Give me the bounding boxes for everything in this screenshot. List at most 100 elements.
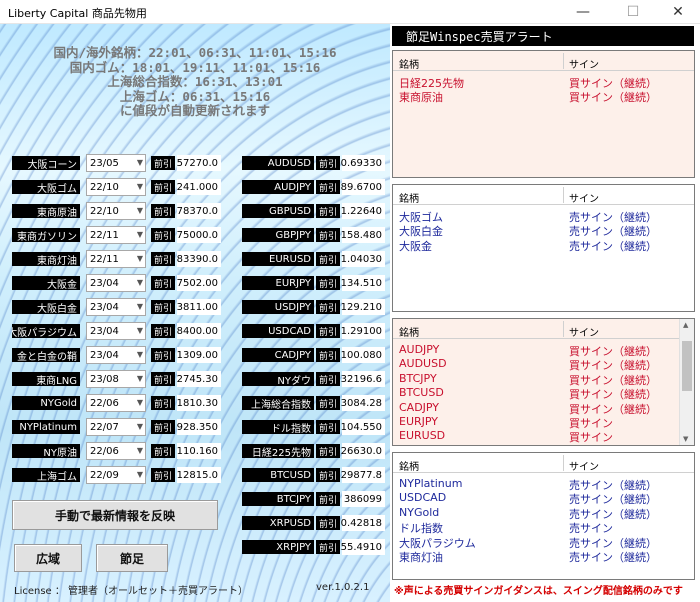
col-name-header: 銘柄	[399, 194, 419, 205]
minimize-button[interactable]: —	[560, 0, 606, 24]
item-name: CADJPY	[399, 400, 440, 414]
list-item[interactable]: 大阪ゴム 売サイン（継続）	[393, 209, 694, 224]
list-item[interactable]: EURJPY 買サイン	[393, 415, 694, 430]
bar-button[interactable]: 節足	[96, 544, 168, 572]
col-sign-header: サイン	[569, 462, 599, 473]
price-value: 386099	[342, 491, 385, 507]
list-item[interactable]: EURUSD 買サイン	[393, 429, 694, 445]
instrument-name: AUDUSD	[242, 156, 314, 170]
wide-button[interactable]: 広域	[14, 544, 82, 572]
item-name: 東商原油	[399, 91, 443, 105]
col-sign-header: サイン	[569, 194, 599, 205]
price-value: 32196.6	[341, 371, 385, 387]
instrument-name: USDCAD	[242, 324, 314, 338]
instrument-name: BTCJPY	[242, 492, 314, 506]
scroll-down-icon[interactable]: ▼	[683, 435, 688, 443]
instrument-name: EURJPY	[242, 276, 314, 290]
price-prefix: 前引	[316, 300, 340, 314]
item-sign: 買サイン	[569, 431, 613, 445]
price-value: 104.550	[341, 419, 385, 435]
list-header: 銘柄 サイン	[393, 319, 694, 339]
col-separator	[563, 187, 564, 203]
instrument-name: GBPUSD	[242, 204, 314, 218]
scroll-thumb[interactable]	[682, 341, 692, 391]
list-item[interactable]: USDCAD 売サイン（継続）	[393, 491, 694, 506]
instrument-name: USDJPY	[242, 300, 314, 314]
col-sign-header: サイン	[569, 60, 599, 71]
list-header: 銘柄 サイン	[393, 51, 694, 71]
schedule-line: 上海ゴム：06:31、15:16	[119, 88, 271, 104]
item-name: NYPlatinum	[399, 477, 463, 490]
fx-row: 上海総合指数 前引 3084.28	[0, 394, 390, 412]
instrument-name: XRPJPY	[242, 540, 314, 554]
list-item[interactable]: 大阪白金 売サイン（継続）	[393, 223, 694, 238]
price-prefix: 前引	[316, 516, 340, 530]
schedule-line: 国内/海外銘柄：22:01、06:31、11:01、15:16	[53, 45, 337, 60]
fx-row: AUDUSD 前引 0.69330	[0, 154, 390, 172]
manual-update-button[interactable]: 手動で最新情報を反映	[12, 500, 218, 530]
fx-row: GBPJPY 前引 158.480	[0, 226, 390, 244]
price-prefix: 前引	[316, 204, 340, 218]
list-header: 銘柄 サイン	[393, 453, 694, 473]
item-name: BTCJPY	[399, 371, 437, 385]
list-item[interactable]: CADJPY 買サイン（継続）	[393, 400, 694, 416]
col-name-header: 銘柄	[399, 328, 419, 339]
price-value: 0.42818	[341, 515, 385, 531]
price-value: 3084.28	[341, 395, 385, 411]
fx-row: EURUSD 前引 1.04030	[0, 250, 390, 268]
item-sign: 売サイン（継続）	[569, 551, 657, 564]
window-title: Liberty Capital 商品先物用	[8, 7, 147, 20]
price-value: 89.6700	[341, 179, 385, 195]
list-item[interactable]: BTCUSD 買サイン（継続）	[393, 386, 694, 401]
price-prefix: 前引	[316, 492, 340, 506]
item-name: USDCAD	[399, 491, 447, 505]
price-prefix: 前引	[316, 468, 340, 482]
schedule-line: 国内ゴム：18:01、19:11、11:01、15:16	[69, 59, 321, 75]
close-button[interactable]: ✕	[655, 0, 700, 24]
instrument-name: EURUSD	[242, 252, 314, 266]
price-prefix: 前引	[316, 276, 340, 290]
instrument-name: BTCUSD	[242, 468, 314, 482]
maximize-button[interactable]: ☐	[610, 0, 656, 24]
price-value: 129.210	[341, 299, 385, 315]
list-item[interactable]: AUDUSD 買サイン（継続）	[393, 357, 694, 372]
list-item[interactable]: BTCJPY 買サイン（継続）	[393, 371, 694, 387]
instrument-name: GBPJPY	[242, 228, 314, 242]
col-sign-header: サイン	[569, 328, 599, 339]
col-name-header: 銘柄	[399, 462, 419, 473]
price-value: 134.510	[341, 275, 385, 291]
license-text: License ： 管理者（オールセット＋売買アラート）	[14, 586, 249, 597]
fx-row: AUDJPY 前引 89.6700	[0, 178, 390, 196]
fx-row: USDJPY 前引 129.210	[0, 298, 390, 316]
alert-box-sell-2: 銘柄 サイン NYPlatinum 売サイン（継続） USDCAD 売サイン（継続） N…	[392, 452, 695, 580]
price-prefix: 前引	[316, 228, 340, 242]
price-value: 26630.0	[341, 443, 385, 459]
price-value: 1.29100	[341, 323, 385, 339]
price-prefix: 前引	[316, 396, 340, 410]
list-item[interactable]: ドル指数 売サイン	[393, 520, 694, 535]
update-schedule: 国内/海外銘柄：22:01、06:31、11:01、15:16 国内ゴム：18:…	[10, 45, 380, 119]
instrument-name: XRPUSD	[242, 516, 314, 530]
list-item[interactable]: 大阪金 売サイン（継続）	[393, 238, 694, 253]
item-name: 大阪金	[399, 239, 432, 253]
alert-box-buy-1: 銘柄 サイン 日経225先物 買サイン（継続） 東商原油 買サイン（継続）	[392, 50, 695, 178]
price-value: 1.22640	[341, 203, 385, 219]
list-item[interactable]: 東商灯油 売サイン（継続）	[393, 549, 694, 564]
list-item[interactable]: 東商原油 買サイン（継続）	[393, 89, 694, 105]
list-item[interactable]: NYPlatinum 売サイン（継続）	[393, 477, 694, 492]
scrollbar[interactable]: ▲ ▼	[679, 319, 694, 445]
item-sign: 売サイン（継続）	[569, 239, 657, 253]
item-name: AUDJPY	[399, 343, 440, 356]
list-item[interactable]: AUDJPY 買サイン（継続）	[393, 343, 694, 358]
list-item[interactable]: 日経225先物 買サイン（継続）	[393, 75, 694, 90]
scroll-up-icon[interactable]: ▲	[683, 321, 688, 329]
list-item[interactable]: 大阪パラジウム 売サイン（継続）	[393, 535, 694, 550]
list-item[interactable]: NYGold 売サイン（継続）	[393, 506, 694, 521]
instrument-name: AUDJPY	[242, 180, 314, 194]
instrument-name: CADJPY	[242, 348, 314, 362]
item-sign: 買サイン（継続）	[569, 91, 657, 105]
col-separator	[563, 455, 564, 471]
list-header: 銘柄 サイン	[393, 185, 694, 205]
fx-row: NYダウ 前引 32196.6	[0, 370, 390, 388]
item-name: EURJPY	[399, 415, 438, 428]
